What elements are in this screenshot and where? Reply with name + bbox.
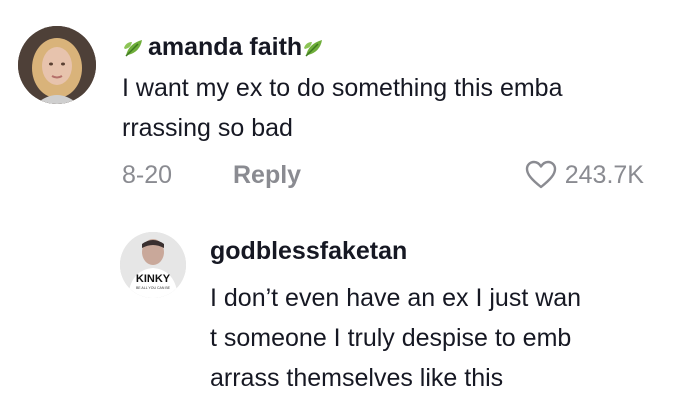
avatar[interactable] — [18, 26, 96, 104]
comment-main: amanda faith I want my ex to do somethin… — [0, 0, 680, 215]
avatar-photo — [18, 26, 96, 104]
reply-text: I don’t even have an ex I just wan t som… — [210, 278, 660, 398]
like-count: 243.7K — [564, 161, 644, 189]
reply-text-line: t someone I truly despise to emb — [210, 324, 572, 352]
comment-text-line: I want my ex to do something this emba — [122, 74, 563, 102]
comment-text-line: rrassing so bad — [122, 114, 293, 142]
heart-icon — [525, 160, 556, 189]
comment-text: I want my ex to do something this emba r… — [122, 68, 652, 148]
username-text: amanda faith — [148, 33, 303, 61]
reply-text-line: I don’t even have an ex I just wan — [210, 284, 582, 312]
leaf-icon — [302, 34, 328, 60]
reply-username[interactable]: godblessfaketan — [210, 236, 407, 266]
comment-username[interactable]: amanda faith — [122, 32, 328, 62]
reply-button[interactable]: Reply — [233, 158, 301, 192]
reply-text-line: arrass themselves like this — [210, 364, 504, 392]
leaf-icon — [122, 34, 148, 60]
like-button[interactable]: 243.7K — [525, 158, 644, 192]
shirt-text: KINKY — [136, 273, 171, 285]
avatar-photo: KINKY BE ALL YOU CAN BE — [120, 232, 186, 298]
shirt-subtext: BE ALL YOU CAN BE — [136, 286, 171, 290]
comment-date: 8-20 — [122, 161, 173, 189]
reply-avatar[interactable]: KINKY BE ALL YOU CAN BE — [120, 232, 186, 298]
